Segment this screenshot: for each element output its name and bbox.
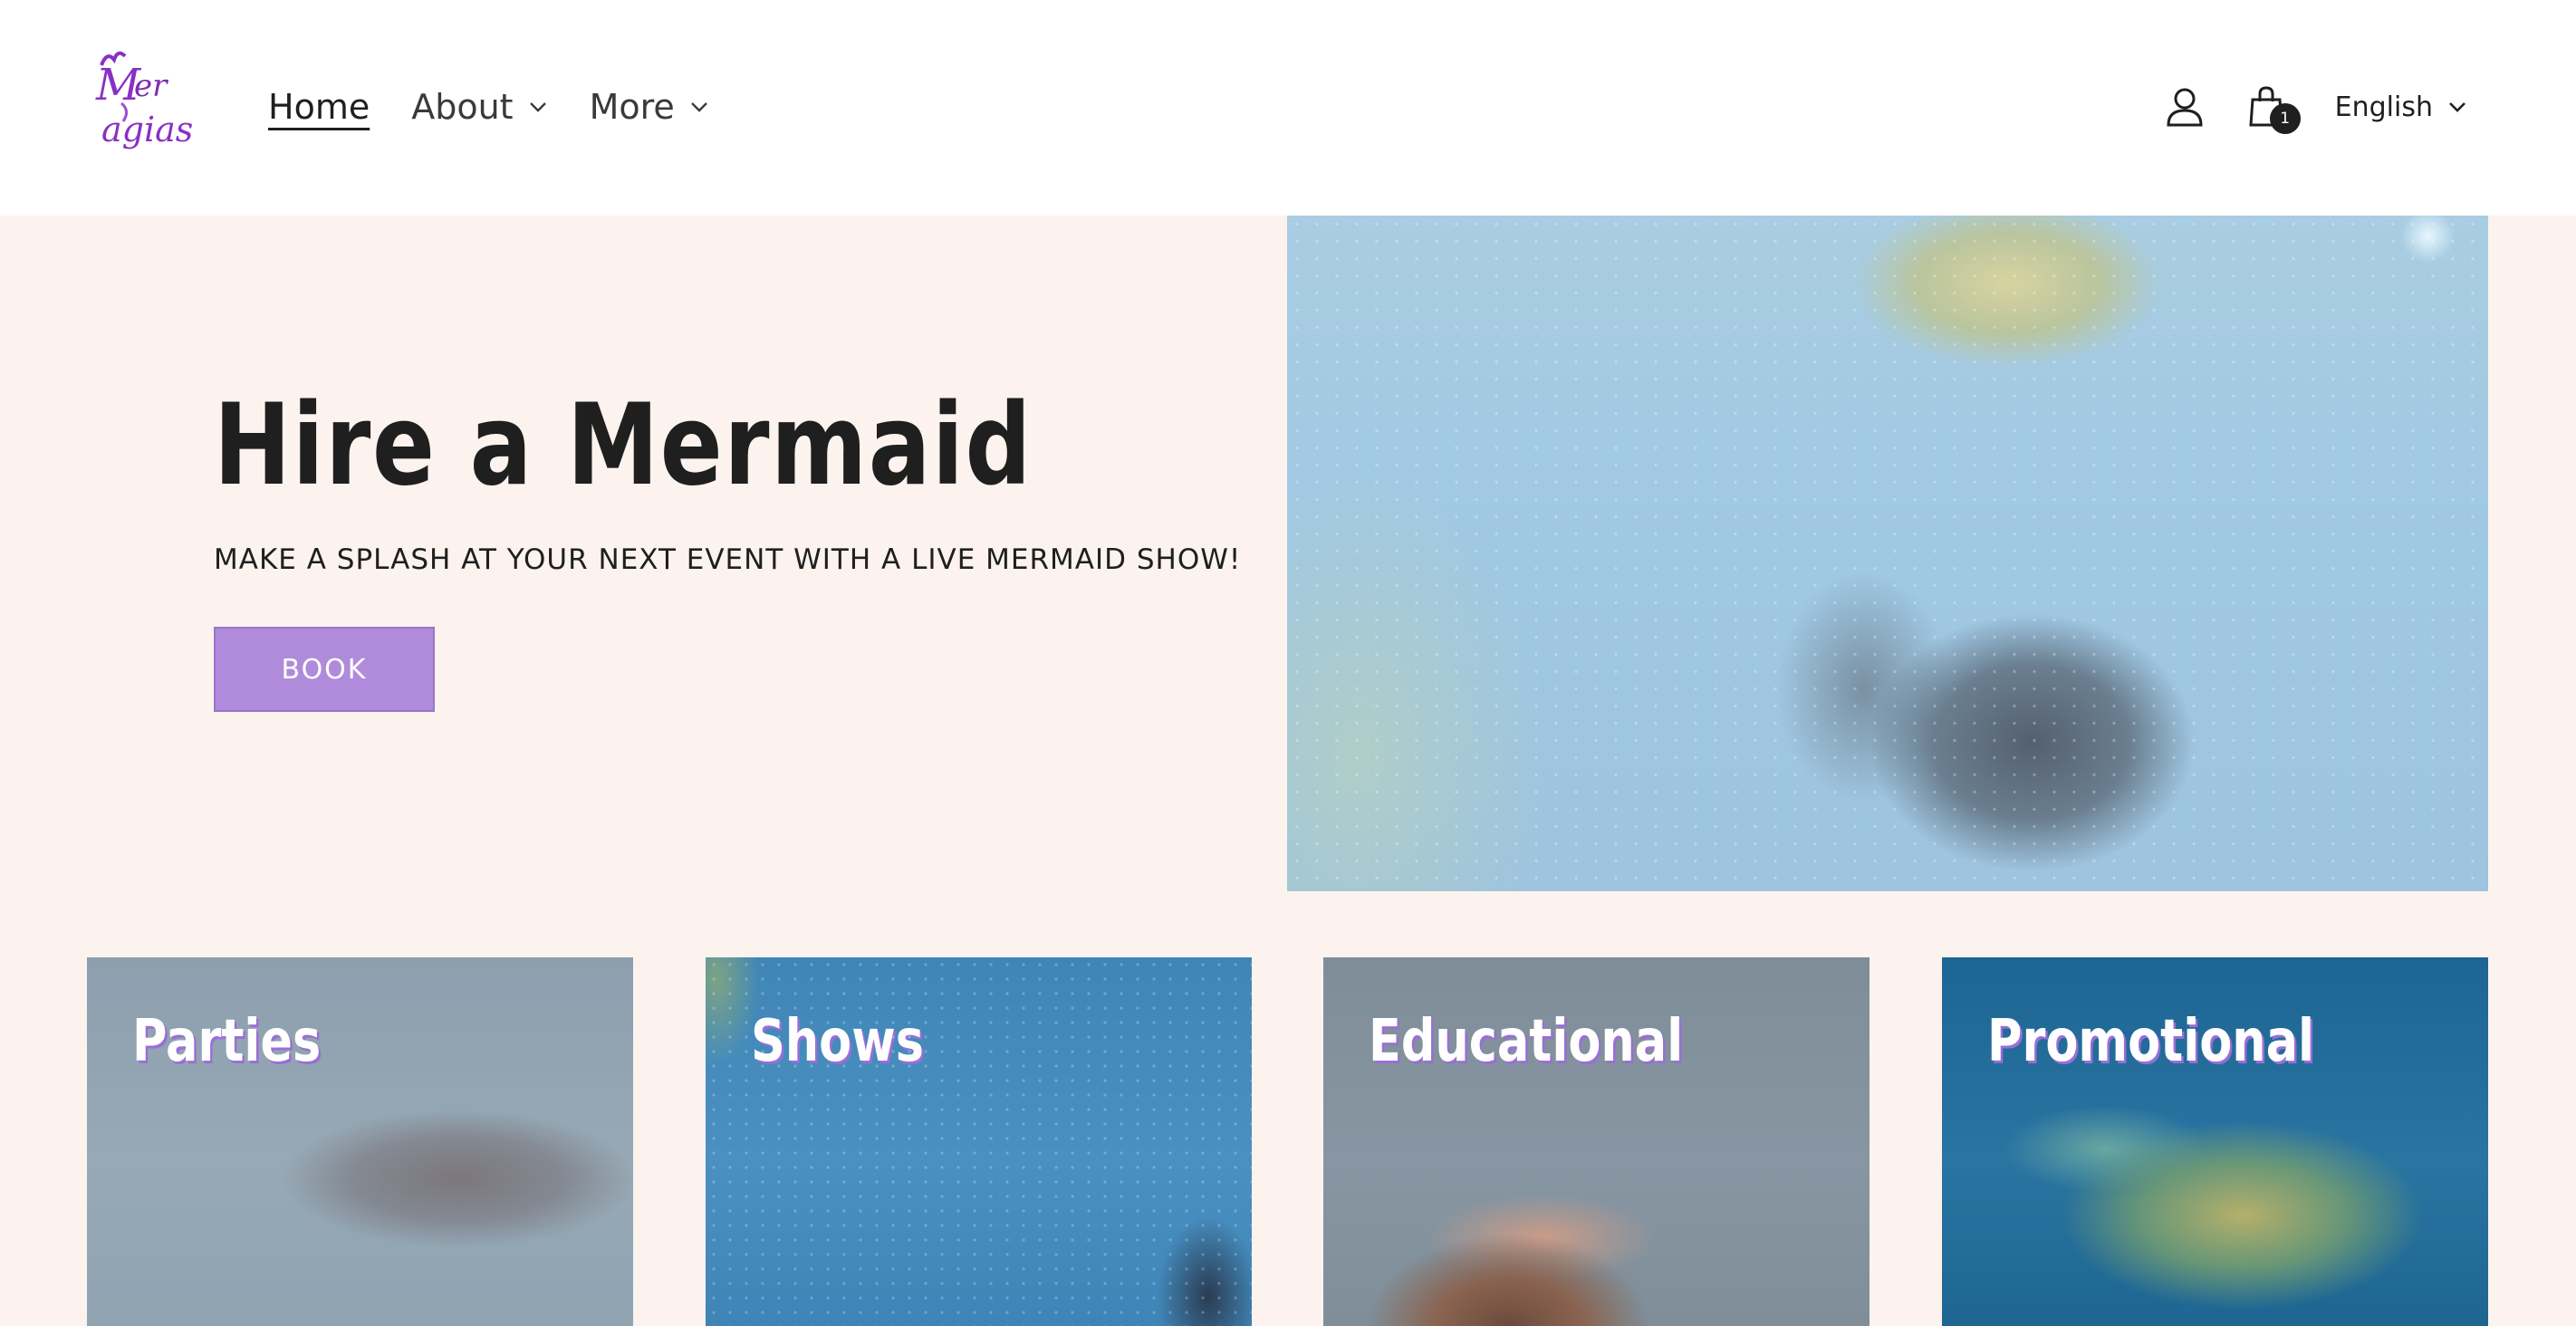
site-logo[interactable]: M er agias: [94, 47, 196, 165]
nav-more-label: More: [589, 87, 675, 127]
language-selector[interactable]: English: [2335, 91, 2467, 123]
svg-text:er: er: [134, 68, 168, 104]
hero-subtitle: MAKE A SPLASH AT YOUR NEXT EVENT WITH A …: [214, 543, 1242, 576]
category-card-title: Shows: [751, 1008, 924, 1075]
nav-about-label: About: [411, 87, 514, 127]
book-button[interactable]: BOOK: [214, 627, 435, 712]
nav-home-link[interactable]: Home: [268, 87, 370, 127]
category-card-promotional[interactable]: Promotional: [1942, 957, 2488, 1326]
hero-title: Hire a Mermaid: [214, 380, 1033, 511]
category-card-title: Educational: [1369, 1008, 1684, 1075]
chevron-down-icon: [529, 102, 546, 112]
account-button[interactable]: [2158, 80, 2212, 134]
category-card-educational[interactable]: Educational: [1323, 957, 1870, 1326]
main-nav: Home About More: [268, 80, 751, 134]
category-card-title: Promotional: [1987, 1008, 2315, 1075]
user-icon: [2167, 88, 2203, 127]
nav-more-dropdown[interactable]: More: [590, 87, 709, 127]
chevron-down-icon: [690, 102, 707, 112]
cart-button[interactable]: 1: [2239, 80, 2301, 134]
logo-image: M er agias: [95, 51, 193, 149]
category-card-parties[interactable]: Parties: [87, 957, 633, 1326]
language-label: English: [2334, 91, 2433, 123]
nav-about-dropdown[interactable]: About: [411, 87, 547, 127]
hero-mermaid-image: [1287, 216, 2488, 891]
cart-count-badge: 1: [2269, 103, 2301, 134]
chevron-down-icon: [2449, 102, 2465, 112]
category-card-shows[interactable]: Shows: [706, 957, 1252, 1326]
svg-text:agias: agias: [101, 110, 193, 149]
category-card-title: Parties: [132, 1008, 322, 1075]
header-actions: 1 English: [2158, 80, 2467, 134]
site-header: M er agias Home About More 1 English: [0, 0, 2576, 216]
